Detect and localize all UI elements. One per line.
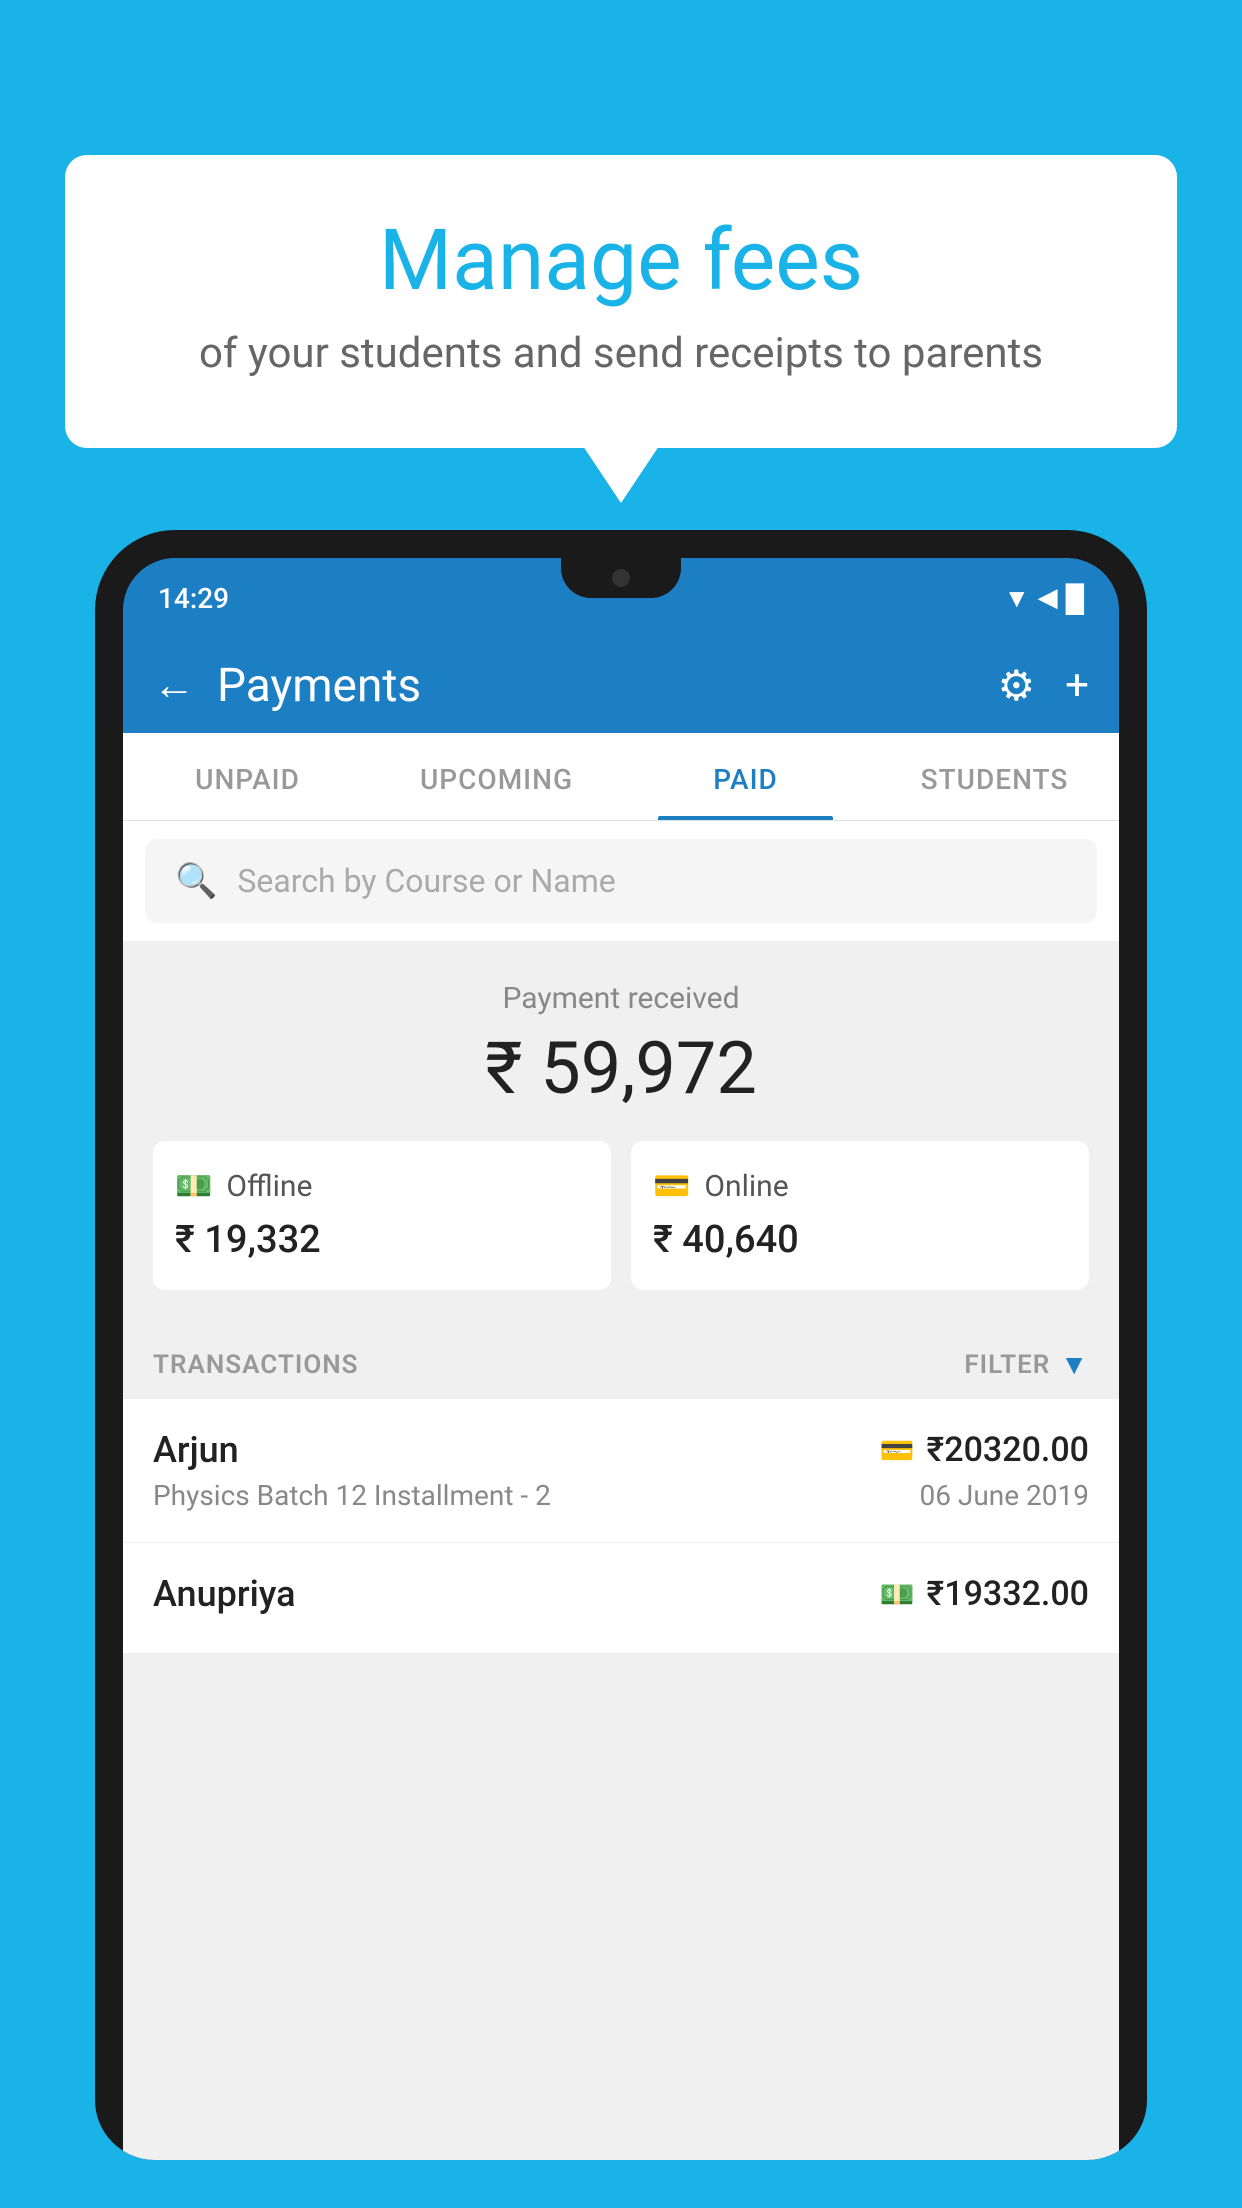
filter-label: FILTER [964,1350,1050,1380]
gear-icon[interactable]: ⚙ [998,661,1036,711]
phone-container: 14:29 ▼ ◀ █ ← Payments ⚙ + [95,530,1147,2208]
transaction-name: Arjun [153,1429,239,1471]
search-icon: 🔍 [175,861,217,901]
online-amount: ₹ 40,640 [653,1218,1067,1262]
payment-summary: Payment received ₹ 59,972 💵 Offline ₹ 19… [123,941,1119,1320]
transaction-top: Anupriya 💵 ₹19332.00 [153,1573,1089,1615]
wifi-icon: ▼ [1004,583,1030,614]
filter-icon: ▼ [1060,1348,1089,1381]
transaction-date: 06 June 2019 [919,1479,1089,1512]
filter-button[interactable]: FILTER ▼ [964,1348,1089,1381]
speech-bubble: Manage fees of your students and send re… [65,155,1177,448]
payment-received-label: Payment received [153,981,1089,1016]
offline-card: 💵 Offline ₹ 19,332 [153,1141,611,1290]
transaction-bottom: Physics Batch 12 Installment - 2 06 June… [153,1479,1089,1512]
page-title: Payments [217,659,421,713]
tab-unpaid[interactable]: UNPAID [123,733,372,820]
header-right: ⚙ + [998,661,1090,711]
transaction-amount: ₹19332.00 [927,1574,1089,1614]
tab-paid[interactable]: PAID [621,733,870,820]
app-header: ← Payments ⚙ + [123,638,1119,733]
phone-notch [561,558,681,598]
online-card-top: 💳 Online [653,1169,1067,1204]
online-card: 💳 Online ₹ 40,640 [631,1141,1089,1290]
status-bar: 14:29 ▼ ◀ █ [123,558,1119,638]
tabs-container: UNPAID UPCOMING PAID STUDENTS [123,733,1119,821]
transactions-label: TRANSACTIONS [153,1350,359,1380]
card-payment-icon: 💳 [880,1434,915,1467]
transaction-amount-wrap: 💳 ₹20320.00 [880,1430,1089,1470]
status-time: 14:29 [158,582,229,615]
offline-amount: ₹ 19,332 [175,1218,589,1262]
search-container: 🔍 Search by Course or Name [123,821,1119,941]
header-left: ← Payments [153,659,421,713]
search-input[interactable]: Search by Course or Name [237,862,615,900]
bubble-subtitle: of your students and send receipts to pa… [135,329,1107,378]
offline-card-top: 💵 Offline [175,1169,589,1204]
status-icons: ▼ ◀ █ [1004,583,1084,614]
signal-icon: ◀ [1038,583,1058,613]
table-row[interactable]: Arjun 💳 ₹20320.00 Physics Batch 12 Insta… [123,1399,1119,1543]
tab-students[interactable]: STUDENTS [870,733,1119,820]
cash-payment-icon: 💵 [880,1578,915,1611]
back-button[interactable]: ← [153,665,195,707]
bubble-title: Manage fees [135,215,1107,307]
transaction-name: Anupriya [153,1573,296,1615]
app-screen: ← Payments ⚙ + UNPAID UPCOMING PAID STUD… [123,638,1119,2160]
offline-icon: 💵 [175,1169,212,1204]
transaction-amount-wrap: 💵 ₹19332.00 [880,1574,1089,1614]
search-bar[interactable]: 🔍 Search by Course or Name [145,839,1097,923]
online-icon: 💳 [653,1169,690,1204]
transaction-detail: Physics Batch 12 Installment - 2 [153,1479,551,1512]
payment-total: ₹ 59,972 [153,1026,1089,1111]
transaction-top: Arjun 💳 ₹20320.00 [153,1429,1089,1471]
battery-icon: █ [1066,583,1084,614]
speech-bubble-container: Manage fees of your students and send re… [65,155,1177,448]
table-row[interactable]: Anupriya 💵 ₹19332.00 [123,1543,1119,1654]
transaction-amount: ₹20320.00 [927,1430,1089,1470]
transactions-header: TRANSACTIONS FILTER ▼ [123,1320,1119,1399]
online-label: Online [704,1169,788,1204]
payment-cards: 💵 Offline ₹ 19,332 💳 Online ₹ 40,640 [153,1141,1089,1290]
tab-upcoming[interactable]: UPCOMING [372,733,621,820]
phone-frame: 14:29 ▼ ◀ █ ← Payments ⚙ + [95,530,1147,2160]
plus-icon[interactable]: + [1065,661,1089,710]
offline-label: Offline [226,1169,312,1204]
camera-dot [612,569,630,587]
